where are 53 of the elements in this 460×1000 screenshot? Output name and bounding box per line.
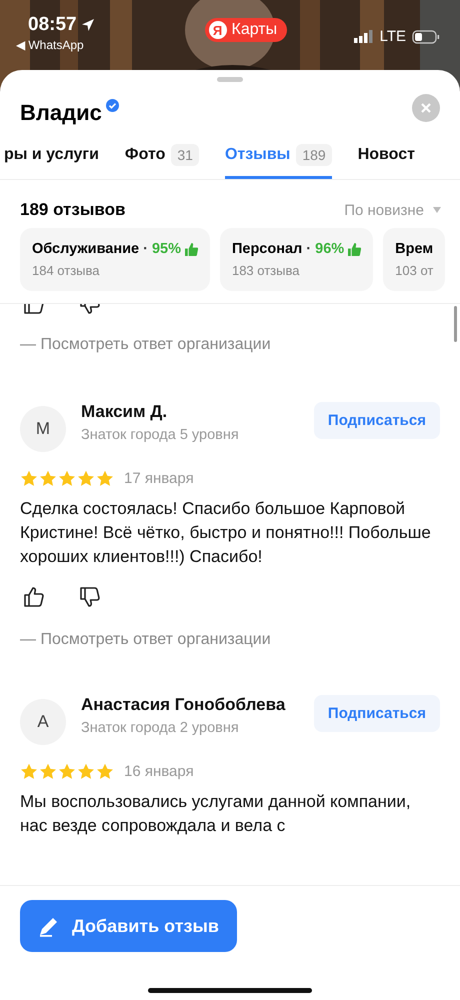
user-avatar[interactable]: А (20, 699, 66, 745)
reviewer-level: Знаток города 5 уровня (81, 427, 239, 443)
user-avatar[interactable]: М (20, 406, 66, 452)
tab-count: 189 (296, 144, 332, 166)
battery-icon (412, 30, 440, 44)
caret-icon (432, 206, 442, 214)
tab-label: Отзывы (224, 146, 290, 164)
aspect-review-count: 103 от (395, 263, 434, 278)
subscribe-button[interactable]: Подписаться (314, 695, 440, 732)
aspect-card[interactable]: Персонал · 96% 183 отзыва (220, 228, 374, 291)
aspect-name: Обслуживание (32, 241, 140, 257)
app-badge[interactable]: Я Карты (204, 18, 288, 42)
view-reply-link[interactable]: — Посмотреть ответ организации (20, 336, 440, 354)
separator-dot: · (143, 241, 148, 257)
reviewer-name[interactable]: Анастасия Гонобоблева (81, 695, 286, 715)
aspect-percent: 95% (152, 241, 181, 257)
separator-dot: · (306, 241, 312, 257)
status-time: 08:57 (28, 14, 77, 36)
view-reply-link[interactable]: — Посмотреть ответ организации (20, 631, 440, 649)
reviews-count: 189 отзывов (20, 200, 126, 220)
app-logo: Я (208, 21, 226, 39)
place-title: Владис (20, 100, 102, 126)
tab[interactable]: Новост (358, 136, 415, 179)
tab-label: Фото (124, 146, 166, 164)
sheet-handle[interactable] (217, 77, 243, 82)
location-arrow-icon (80, 18, 95, 32)
close-icon (421, 103, 431, 113)
back-to-app-link[interactable]: ◀ WhatsApp (16, 38, 126, 52)
review-date: 16 января (124, 763, 194, 780)
tab[interactable]: Отзывы 189 (224, 136, 332, 179)
network-type: LTE (380, 28, 406, 45)
subscribe-button[interactable]: Подписаться (314, 402, 440, 439)
review-date: 17 января (124, 470, 194, 487)
review-text: Сделка состоялась! Спасибо большое Карповой Кристине! Всё чётко, быстро и понятно!!! Побольше хороших клиентов!!!) Спасибо! (20, 498, 432, 568)
tab[interactable]: ры и услуги (4, 136, 99, 179)
aspect-name: Врем (395, 241, 434, 257)
tab[interactable]: Фото 31 (124, 136, 199, 179)
aspect-review-count: 184 отзыва (32, 263, 100, 278)
review-text: Мы воспользовались услугами данной компании, нас везде сопровождала и вела с (20, 791, 412, 837)
add-review-button[interactable]: Добавить отзыв (20, 900, 237, 952)
pencil-icon (38, 915, 60, 937)
reviewer-name[interactable]: Максим Д. (81, 402, 239, 422)
tab-count: 31 (171, 144, 199, 166)
aspect-name: Персонал (232, 241, 302, 257)
app-badge-label: Карты (232, 21, 278, 39)
tab-label: ры и услуги (4, 146, 99, 164)
tab-label: Новост (358, 146, 415, 164)
signal-icon (354, 30, 374, 43)
aspect-review-count: 183 отзыва (232, 263, 300, 278)
reviewer-level: Знаток города 2 уровня (81, 720, 240, 736)
aspect-card[interactable]: Обслуживание · 95% 184 отзыва (20, 228, 210, 291)
aspect-percent: 96% (315, 241, 344, 257)
aspect-card[interactable]: Врем 103 от (383, 228, 446, 291)
